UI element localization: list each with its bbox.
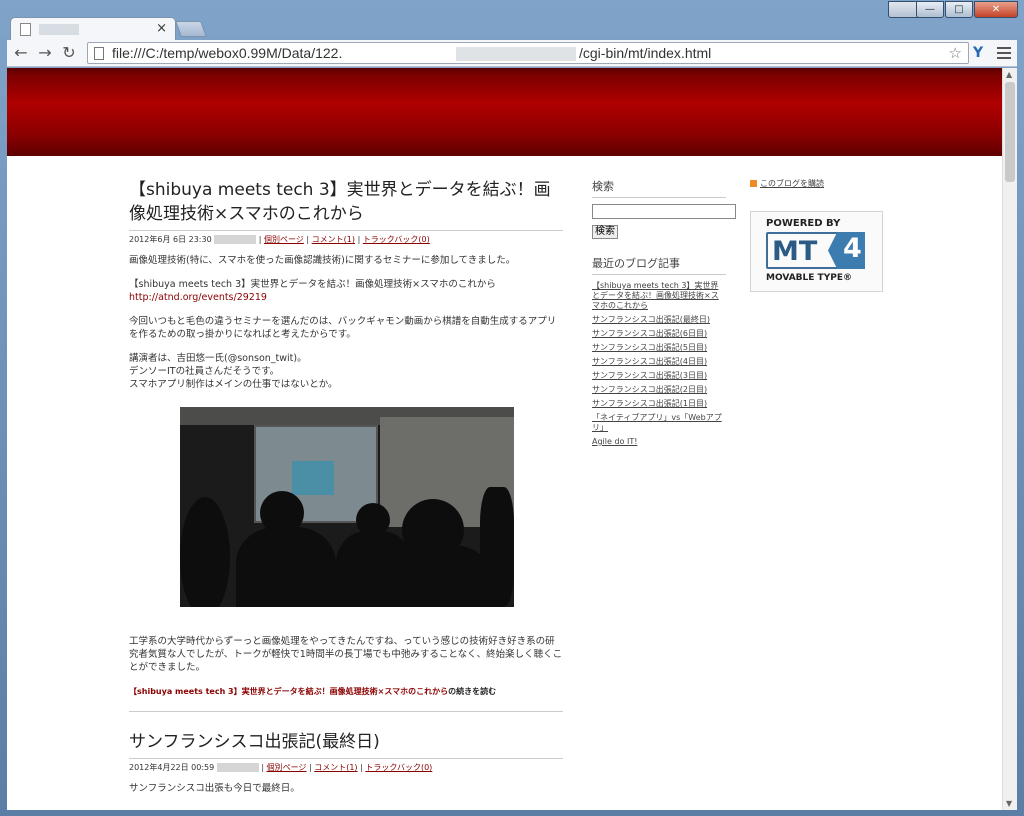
scroll-up-icon[interactable]: ▲ xyxy=(1006,70,1012,79)
sidebar: 検索 検索 最近のブログ記事 【shibuya meets tech 3】実世界… xyxy=(592,178,736,451)
author-redacted xyxy=(214,235,257,244)
comments-link[interactable]: コメント(1) xyxy=(314,763,357,772)
window-controls: — □ ✕ xyxy=(915,1,1018,18)
paragraph: 工学系の大学時代からずーっと画像処理をやってきたんですね、っていう感じの技術好き… xyxy=(129,636,563,673)
comments-link[interactable]: コメント(1) xyxy=(312,235,355,244)
list-item[interactable]: Agile do IT! xyxy=(592,437,726,447)
tab-close-icon[interactable]: × xyxy=(156,21,167,36)
list-item[interactable]: 【shibuya meets tech 3】実世界とデータを結ぶ！画像処理技術×… xyxy=(592,281,726,311)
list-item[interactable]: 「ネイティブアプリ」vs「Webアプリ」 xyxy=(592,413,726,433)
seminar-photo xyxy=(180,407,514,607)
vertical-scrollbar[interactable]: ▲ ▼ xyxy=(1002,68,1017,810)
author-redacted xyxy=(216,763,259,772)
read-more-link[interactable]: 【shibuya meets tech 3】実世界とデータを結ぶ！画像処理技術×… xyxy=(129,687,448,696)
mt-version: 4 xyxy=(843,233,862,264)
url-text: file:///C:/temp/webox0.99M/Data/122. xyxy=(112,45,343,61)
paragraph: 講演者は、吉田悠一氏(@sonson_twit)。 デンソーITの社員さんだそう… xyxy=(129,353,338,390)
new-tab-button[interactable] xyxy=(175,21,207,37)
list-item[interactable]: サンフランシスコ出張記(5日目) xyxy=(592,343,726,353)
meta-separator: | xyxy=(261,763,265,772)
address-bar[interactable]: file:///C:/temp/webox0.99M/Data/122. /cg… xyxy=(87,42,969,64)
meta-separator: | xyxy=(306,235,310,244)
recent-posts-heading: 最近のブログ記事 xyxy=(592,255,726,275)
sidebar-right: このブログを購読 POWERED BY MT 4 MOVABLE TYPE® xyxy=(750,178,890,292)
list-item[interactable]: サンフランシスコ出張記(3日目) xyxy=(592,371,726,381)
back-icon[interactable]: ← xyxy=(11,43,31,62)
divider xyxy=(129,711,563,712)
event-link[interactable]: http://atnd.org/events/29219 xyxy=(129,292,267,303)
search-heading: 検索 xyxy=(592,178,726,198)
list-item[interactable]: サンフランシスコ出張記(1日目) xyxy=(592,399,726,409)
paragraph: サンフランシスコ出張も今日で最終日。 xyxy=(129,783,300,794)
bookmark-star-icon[interactable]: ☆ xyxy=(949,44,962,62)
feed-link[interactable]: このブログを購読 xyxy=(750,178,890,189)
list-item[interactable]: サンフランシスコ出張記(2日目) xyxy=(592,385,726,395)
search-button[interactable]: 検索 xyxy=(592,225,618,239)
post-title[interactable]: サンフランシスコ出張記(最終日) xyxy=(129,730,563,754)
url-redacted xyxy=(456,47,576,61)
browser-tab[interactable]: × xyxy=(10,17,176,41)
post-body: 画像処理技術(特に、スマホを使った画像認識技術)に関するセミナーに参加してきまし… xyxy=(129,254,563,391)
meta-separator: | xyxy=(258,235,262,244)
forward-icon[interactable]: → xyxy=(35,43,55,62)
page-viewport: 【shibuya meets tech 3】実世界とデータを結ぶ！画像処理技術×… xyxy=(7,68,1002,810)
close-window-button[interactable]: ✕ xyxy=(974,1,1018,18)
reload-icon[interactable]: ↻ xyxy=(59,43,79,62)
meta-separator: | xyxy=(308,763,312,772)
page-icon xyxy=(20,23,31,36)
powered-by-label: POWERED BY xyxy=(766,218,841,229)
read-more: 【shibuya meets tech 3】実世界とデータを結ぶ！画像処理技術×… xyxy=(129,687,497,696)
trackback-link[interactable]: トラックバック(0) xyxy=(365,763,432,772)
trackback-link[interactable]: トラックバック(0) xyxy=(363,235,430,244)
recent-posts-list: 【shibuya meets tech 3】実世界とデータを結ぶ！画像処理技術×… xyxy=(592,281,726,447)
post-title[interactable]: 【shibuya meets tech 3】実世界とデータを結ぶ！画像処理技術×… xyxy=(129,178,563,226)
toolbar: ← → ↻ file:///C:/temp/webox0.99M/Data/12… xyxy=(7,40,1017,67)
maximize-button[interactable]: □ xyxy=(945,1,973,18)
post-meta: 2012年4月22日 00:59 | 個別ページ | コメント(1) | トラッ… xyxy=(129,758,563,772)
minimize-button[interactable]: — xyxy=(916,1,944,18)
meta-separator: | xyxy=(360,763,363,772)
permalink-link[interactable]: 個別ページ xyxy=(264,235,304,244)
movable-type-badge[interactable]: POWERED BY MT 4 MOVABLE TYPE® xyxy=(750,211,883,292)
post-date: 2012年4月22日 00:59 xyxy=(129,763,215,772)
document-icon xyxy=(94,47,104,60)
scroll-down-icon[interactable]: ▼ xyxy=(1006,799,1012,808)
list-item[interactable]: サンフランシスコ出張記(4日目) xyxy=(592,357,726,367)
rss-icon xyxy=(750,180,757,187)
blog-banner xyxy=(7,68,1002,156)
list-item[interactable]: サンフランシスコ出張記(6日目) xyxy=(592,329,726,339)
paragraph: 【shibuya meets tech 3】実世界とデータを結ぶ！画像処理技術×… xyxy=(129,279,496,303)
url-text-suffix: /cgi-bin/mt/index.html xyxy=(579,45,712,61)
menu-icon[interactable] xyxy=(997,44,1011,62)
tab-title-redacted xyxy=(39,24,79,35)
list-item[interactable]: サンフランシスコ出張記(最終日) xyxy=(592,315,726,325)
main-content: 【shibuya meets tech 3】実世界とデータを結ぶ！画像処理技術×… xyxy=(129,178,563,795)
post-meta: 2012年6月 6日 23:30 | 個別ページ | コメント(1) | トラッ… xyxy=(129,230,563,244)
permalink-link[interactable]: 個別ページ xyxy=(267,763,307,772)
post-date: 2012年6月 6日 23:30 xyxy=(129,235,212,244)
scrollbar-thumb[interactable] xyxy=(1005,82,1015,182)
paragraph: 今回いつもと毛色の違うセミナーを選んだのは、バックギャモン動画から棋譜を自動生成… xyxy=(129,316,557,340)
search-input[interactable] xyxy=(592,204,736,219)
paragraph: 画像処理技術(特に、スマホを使った画像認識技術)に関するセミナーに参加してきまし… xyxy=(129,255,516,266)
meta-separator: | xyxy=(357,235,361,244)
movable-type-label: MOVABLE TYPE® xyxy=(766,273,852,283)
extension-icon[interactable]: Y xyxy=(973,45,983,61)
